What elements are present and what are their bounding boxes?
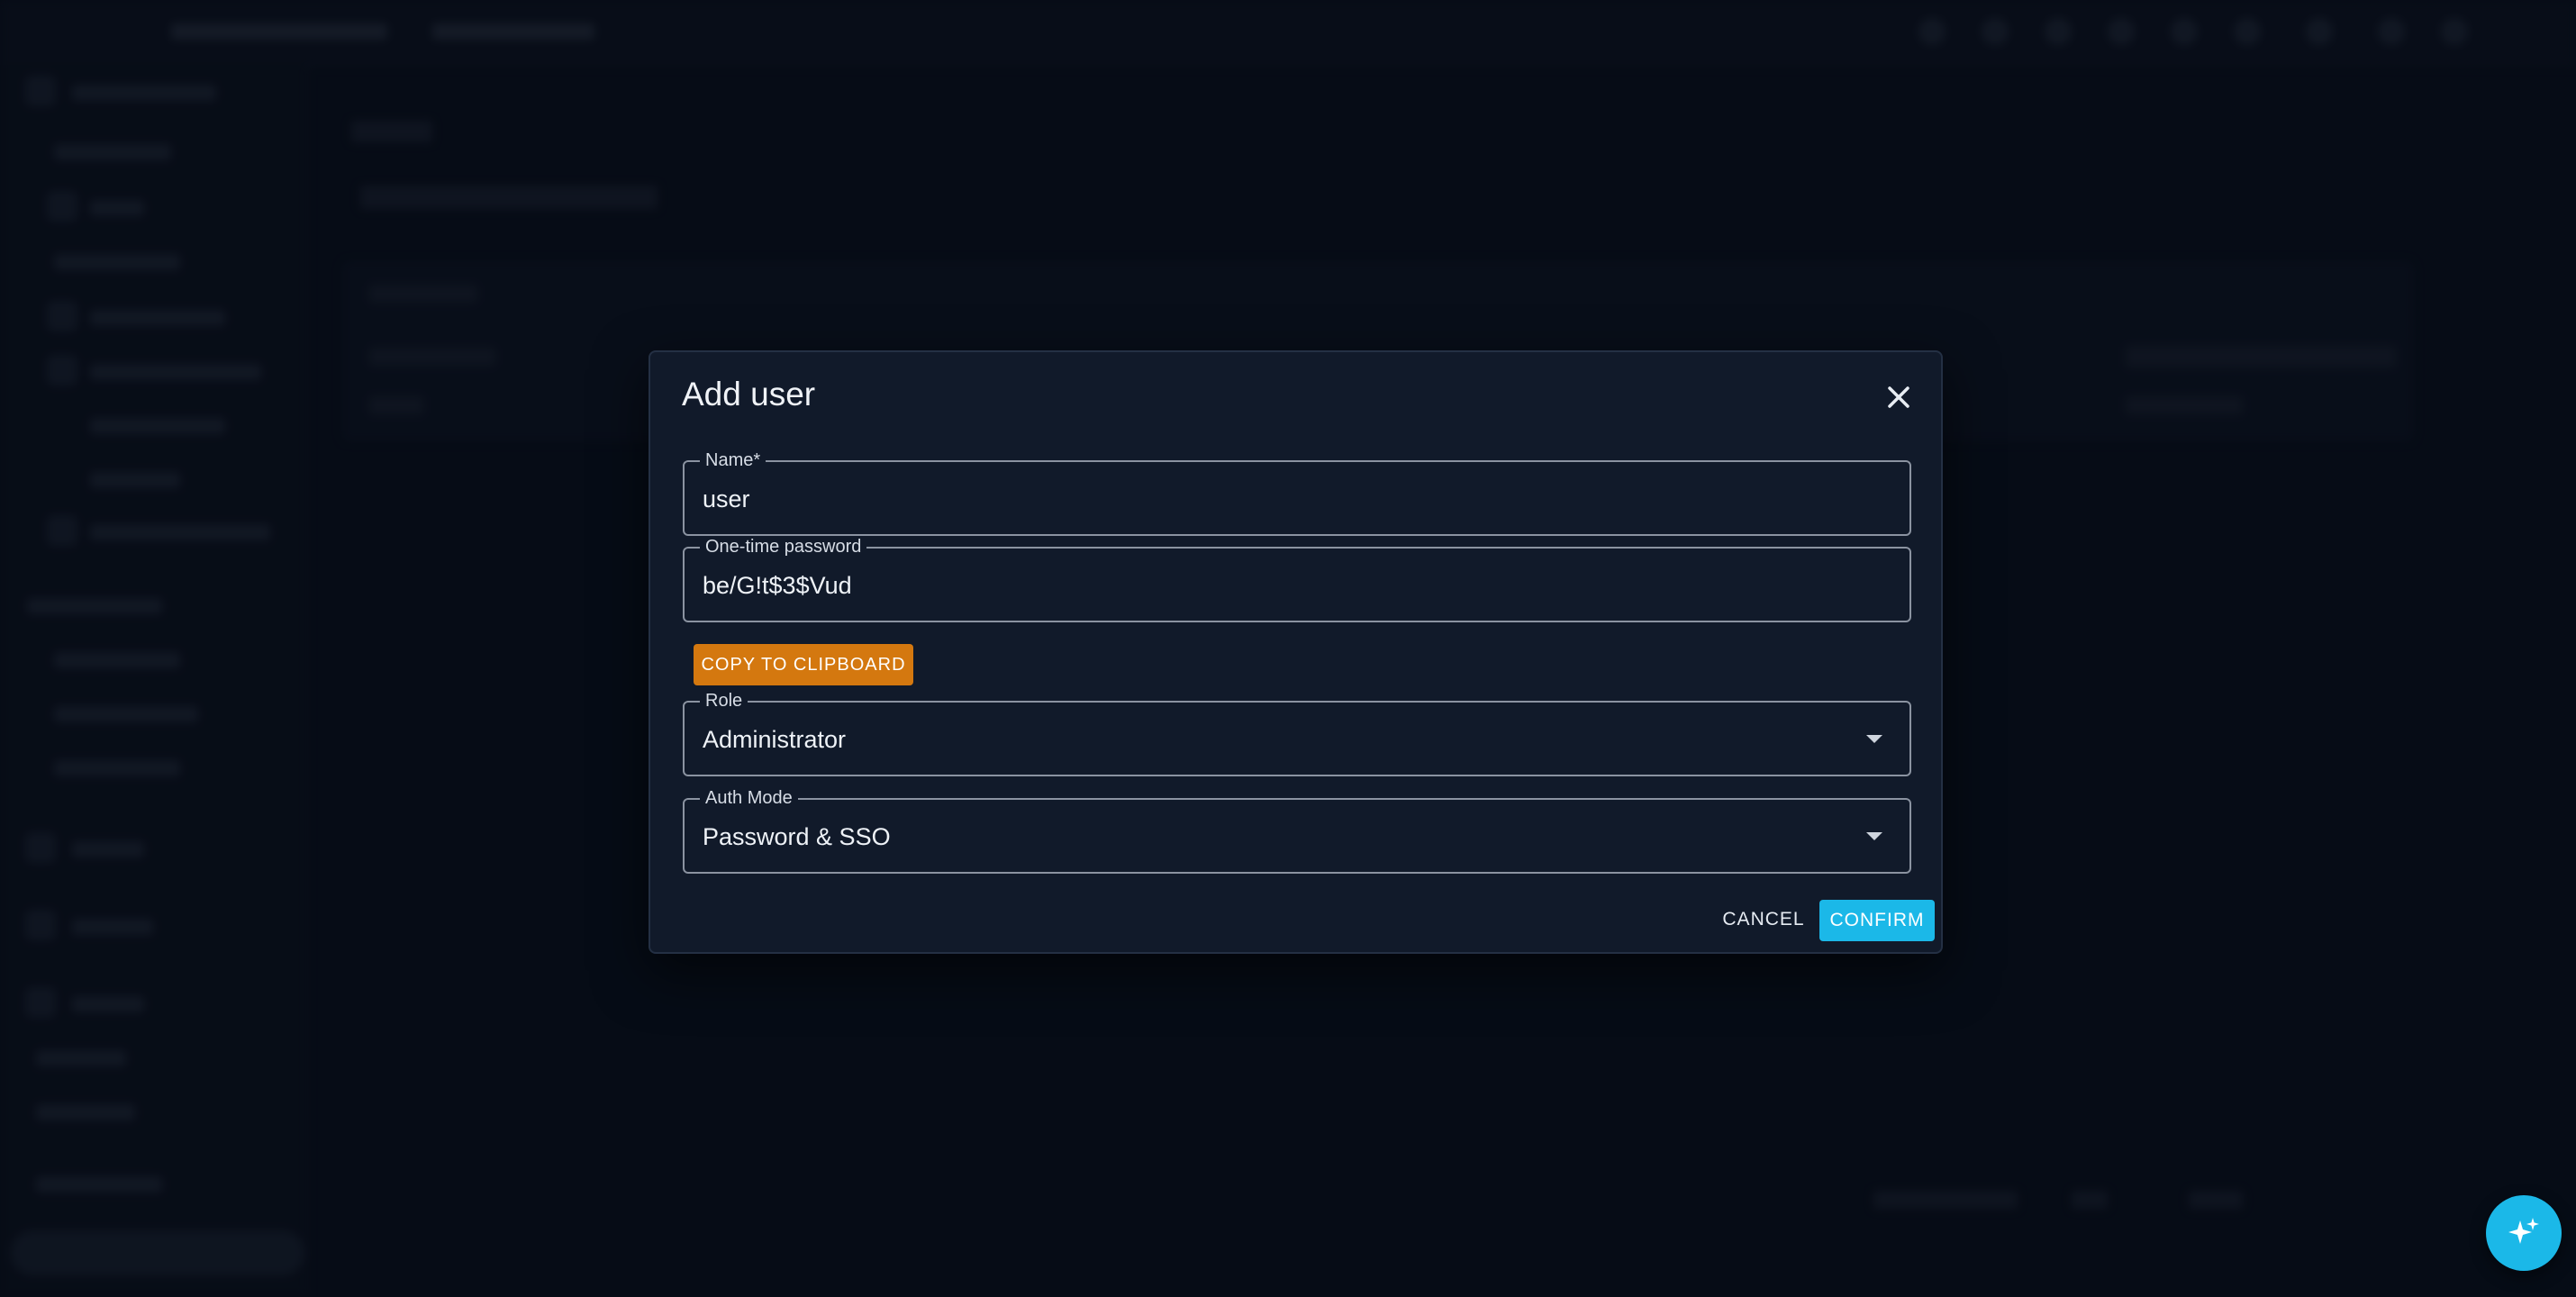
one-time-password-label: One-time password bbox=[700, 537, 867, 558]
chevron-down-icon[interactable] bbox=[1866, 832, 1882, 840]
add-user-dialog: Add user Name* user One-time password be… bbox=[649, 350, 1943, 954]
role-select-value: Administrator bbox=[703, 726, 847, 753]
confirm-button[interactable]: CONFIRM bbox=[1819, 900, 1935, 941]
copy-to-clipboard-button[interactable]: COPY TO CLIPBOARD bbox=[694, 644, 913, 685]
name-field-value[interactable]: user bbox=[703, 485, 750, 513]
app-screen: Add user Name* user One-time password be… bbox=[0, 0, 2576, 1297]
close-icon bbox=[1888, 386, 1909, 408]
auth-mode-select-value: Password & SSO bbox=[703, 823, 891, 850]
dialog-title: Add user bbox=[682, 376, 816, 413]
assistant-fab-button[interactable] bbox=[2486, 1195, 2562, 1271]
auth-mode-select-label: Auth Mode bbox=[700, 788, 798, 809]
one-time-password-value[interactable]: be/G!t$3$Vud bbox=[703, 572, 852, 600]
one-time-password-field[interactable]: One-time password be/G!t$3$Vud bbox=[683, 537, 1911, 622]
role-select[interactable]: Role Administrator bbox=[683, 691, 1911, 776]
name-field[interactable]: Name* user bbox=[683, 450, 1911, 536]
cancel-button[interactable]: CANCEL bbox=[1719, 900, 1809, 939]
name-field-label: Name* bbox=[700, 450, 766, 471]
chevron-down-icon[interactable] bbox=[1866, 735, 1882, 743]
close-button[interactable] bbox=[1879, 377, 1918, 417]
role-select-label: Role bbox=[700, 691, 748, 712]
sparkles-icon bbox=[2508, 1218, 2539, 1244]
auth-mode-select[interactable]: Auth Mode Password & SSO bbox=[683, 788, 1911, 874]
